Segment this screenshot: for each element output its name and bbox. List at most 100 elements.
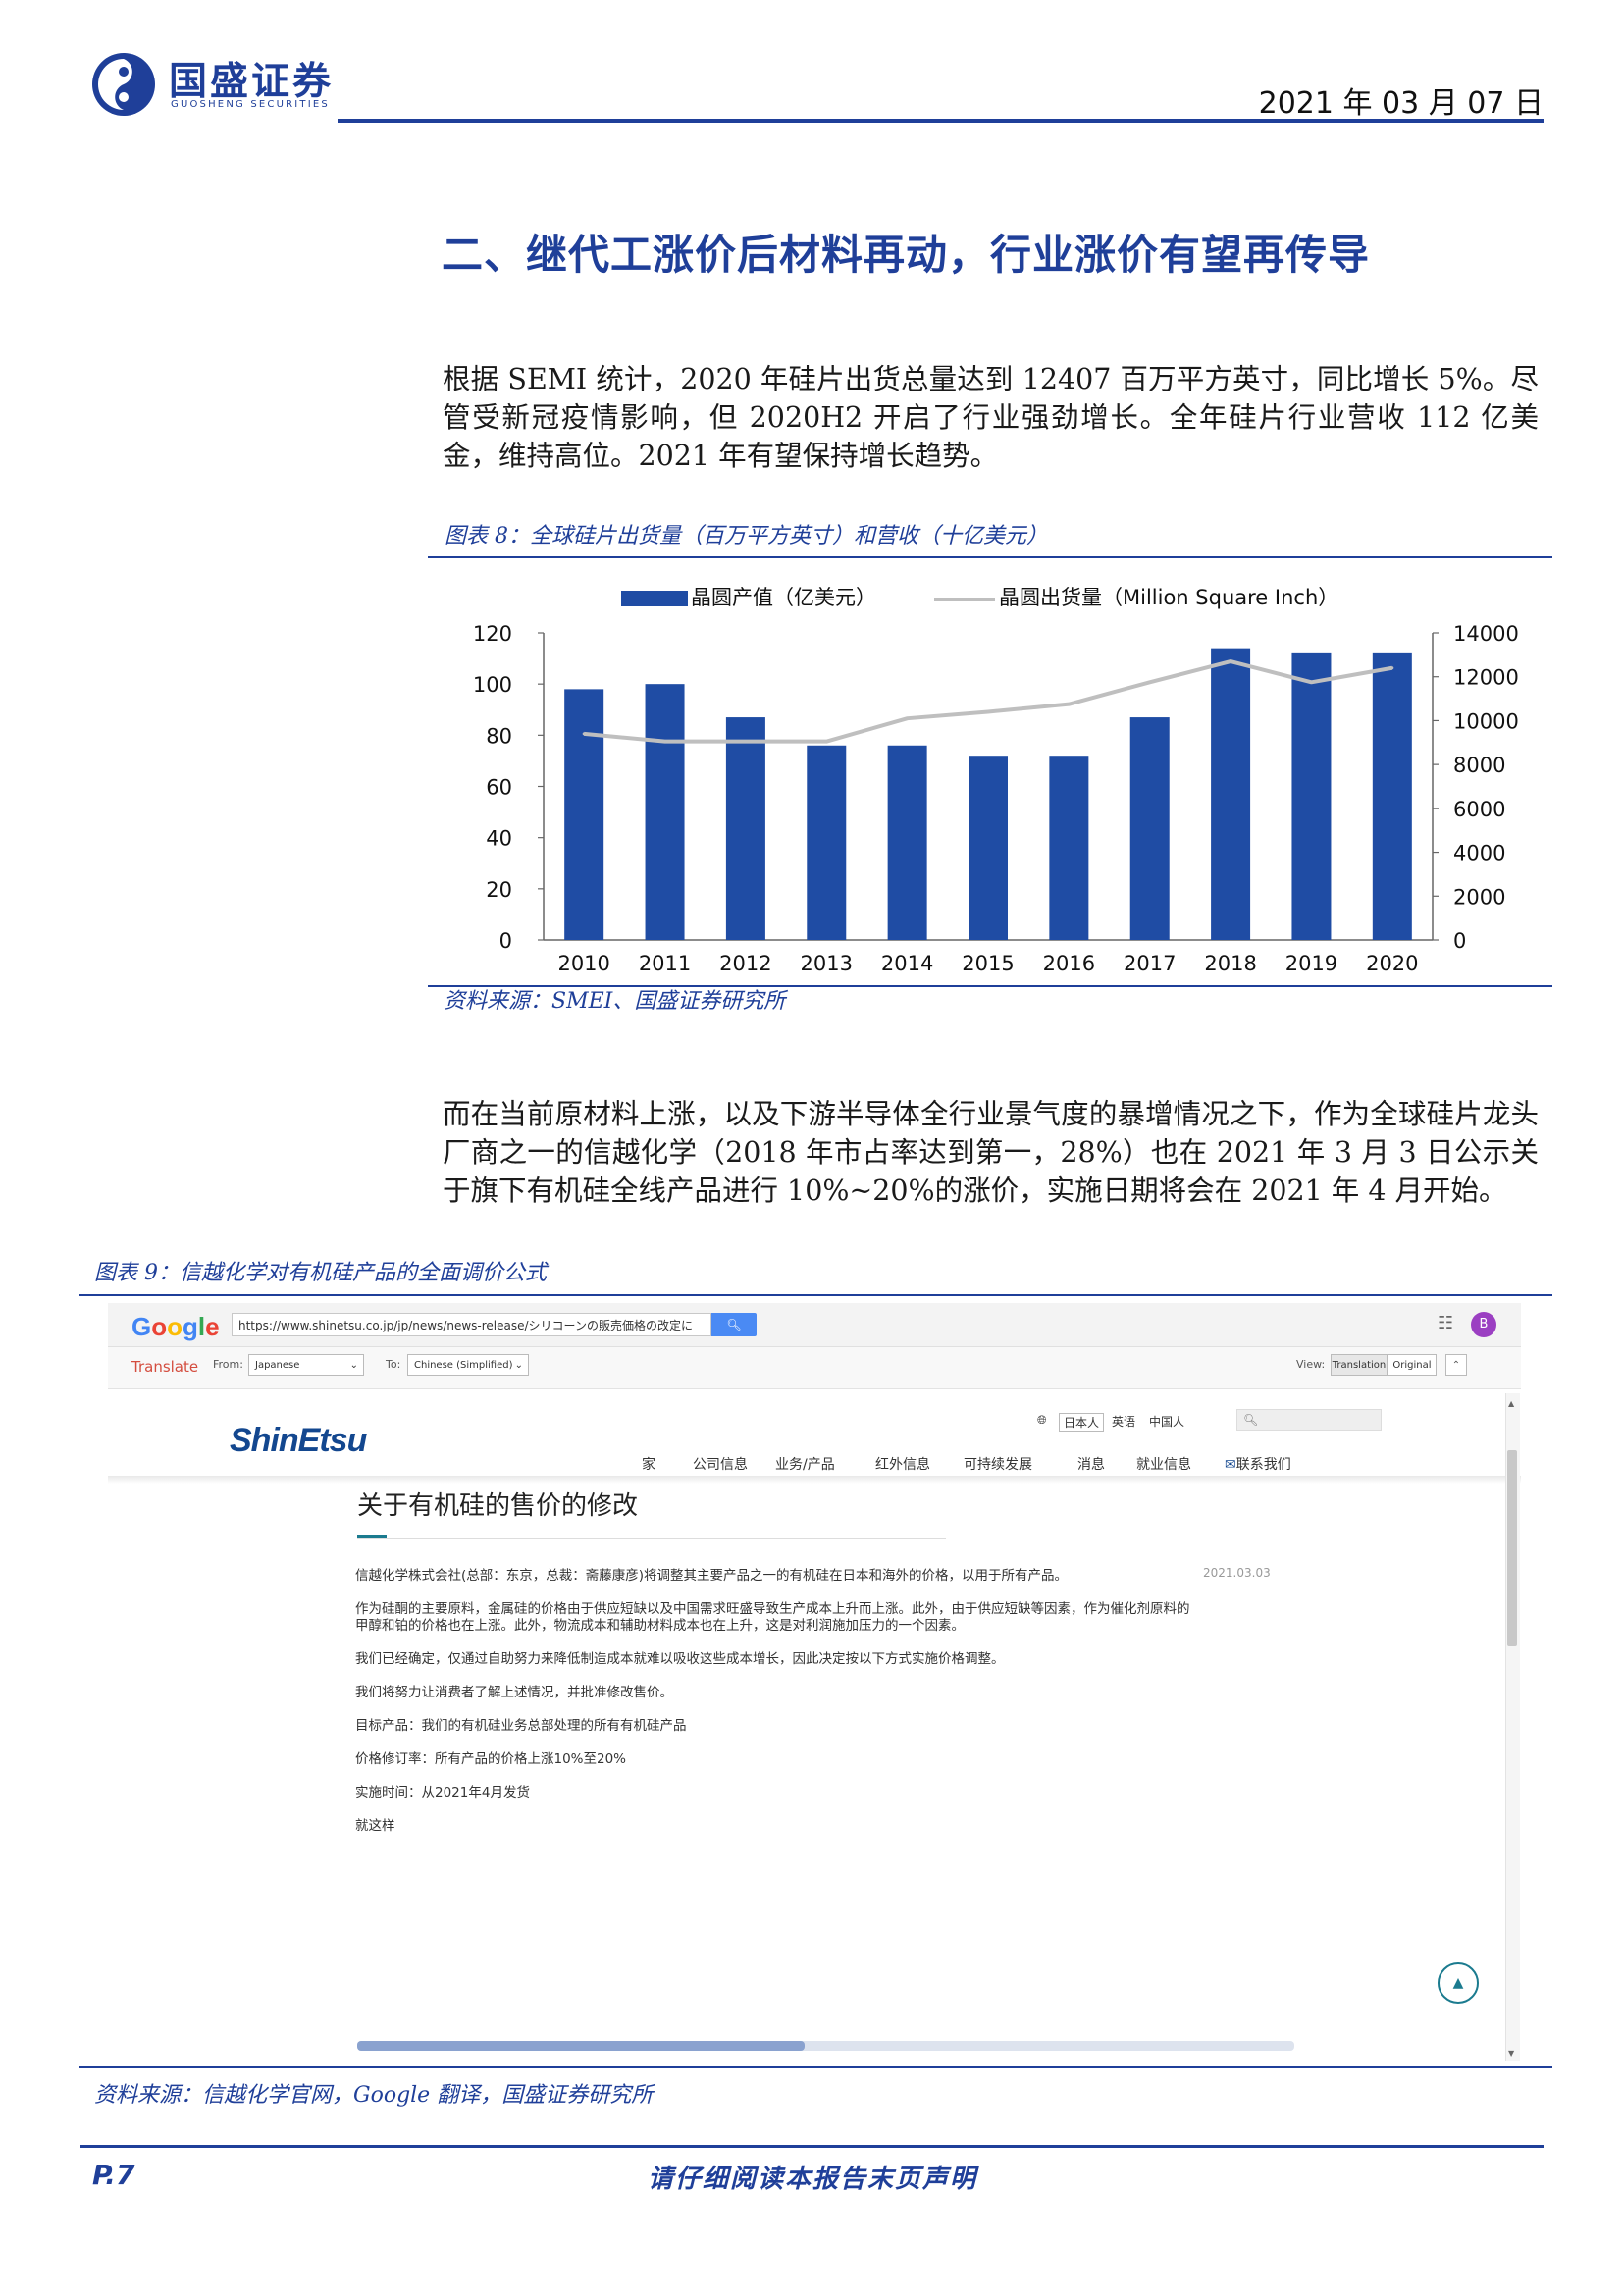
nav-news[interactable]: 消息 xyxy=(1077,1454,1105,1474)
account-avatar[interactable]: B xyxy=(1471,1312,1496,1337)
wafer-chart: 晶圆产值（亿美元） 晶圆出货量（Million Square Inch） 0 20… xyxy=(473,586,1519,975)
nav-sustainability[interactable]: 可持续发展 xyxy=(964,1454,1032,1474)
y-left-tick-label: 100 xyxy=(473,673,512,697)
bar xyxy=(887,745,927,940)
series-line xyxy=(583,659,1393,744)
line-point xyxy=(986,709,990,713)
view-label: View: xyxy=(1296,1358,1326,1371)
x-tick-label: 2019 xyxy=(1285,952,1337,975)
figure-8-source: 资料来源：SMEI、国盛证券研究所 xyxy=(444,989,786,1014)
bar xyxy=(725,717,765,940)
paragraph-shinetsu-price: 而在当前原材料上涨，以及下游半导体全行业景气度的暴增情况之下，作为全球硅片龙头厂… xyxy=(443,1098,1539,1207)
chevron-up-icon: ▲ xyxy=(1452,1975,1464,1991)
nav-ir[interactable]: 红外信息 xyxy=(875,1454,930,1474)
footer-disclaimer: 请仔细阅读本报告末页声明 xyxy=(648,2165,978,2194)
line-point xyxy=(582,732,586,736)
line-point xyxy=(1067,703,1071,706)
article-title-rule xyxy=(357,1538,946,1539)
line-point xyxy=(1390,666,1394,670)
chart-plot-area: 0 20 40 60 80 100 120 0 2000 4000 6000 8000 10000 120… xyxy=(473,622,1519,975)
browser-screenshot: Google https://www.shinetsu.co.jp/jp/new… xyxy=(108,1303,1521,2061)
nav-careers[interactable]: 就业信息 xyxy=(1136,1454,1191,1474)
article-line: 我们将努力让消费者了解上述情况，并批准修改售价。 xyxy=(355,1685,673,1700)
chart-legend: 晶圆产值（亿美元） 晶圆出货量（Million Square Inch） xyxy=(621,586,1338,609)
lang-japanese[interactable]: 日本人 xyxy=(1059,1413,1105,1432)
horizontal-scroll-thumb[interactable] xyxy=(357,2041,805,2051)
nav-contact[interactable]: ✉联系我们 xyxy=(1225,1454,1291,1474)
x-tick-label: 2010 xyxy=(557,952,609,975)
nav-contact-label: 联系我们 xyxy=(1235,1457,1291,1473)
y-right-tick-label: 2000 xyxy=(1453,885,1505,909)
apps-grid-icon[interactable]: ☷ xyxy=(1438,1313,1453,1333)
browser-toolbar: Google https://www.shinetsu.co.jp/jp/new… xyxy=(108,1303,1521,1347)
shinetsu-logo[interactable]: ShinEtsu xyxy=(230,1422,367,1460)
x-tick-label: 2011 xyxy=(639,952,691,975)
bar xyxy=(564,689,604,940)
x-tick-label: 2018 xyxy=(1204,952,1256,975)
footer-divider xyxy=(80,2145,1544,2148)
translate-label: Translate xyxy=(131,1358,199,1376)
source-language-select[interactable]: Japanese ⌄ xyxy=(248,1354,364,1376)
lang-english[interactable]: 英语 xyxy=(1112,1413,1135,1430)
scroll-up-icon[interactable]: ▲ xyxy=(1508,1399,1514,1408)
figure-9-top-rule xyxy=(79,1294,1552,1296)
y-right-tick-label: 14000 xyxy=(1453,622,1519,646)
article-title-accent xyxy=(357,1535,387,1538)
nav-products[interactable]: 业务/产品 xyxy=(775,1454,835,1474)
y-left-tick-label: 80 xyxy=(486,724,512,748)
article-line: 实施时间：从2021年4月发货 xyxy=(355,1785,530,1800)
line-point xyxy=(906,716,910,720)
view-translation-button[interactable]: Translation xyxy=(1331,1354,1388,1376)
page-number: P.7 xyxy=(92,2159,135,2191)
y-right-tick-label: 10000 xyxy=(1453,709,1519,733)
header-shadow xyxy=(108,1476,1521,1484)
bar xyxy=(807,745,847,940)
url-input[interactable]: https://www.shinetsu.co.jp/jp/news/news-… xyxy=(232,1313,711,1336)
x-tick-label: 2020 xyxy=(1366,952,1418,975)
y-right-tick-label: 12000 xyxy=(1453,666,1519,690)
y-left-tick-label: 20 xyxy=(486,878,512,902)
y-left-tick-label: 60 xyxy=(486,776,512,800)
x-tick-label: 2013 xyxy=(801,952,853,975)
bar xyxy=(645,684,685,940)
line-point xyxy=(1309,680,1313,684)
bar xyxy=(1291,652,1332,940)
to-label: To: xyxy=(386,1358,401,1371)
line-point xyxy=(744,740,748,744)
logo-text: 国盛证券 xyxy=(169,60,335,104)
bar xyxy=(969,756,1008,940)
scroll-down-icon[interactable]: ▼ xyxy=(1508,2049,1514,2058)
bar xyxy=(1211,648,1251,940)
search-button[interactable]: 🔍︎ xyxy=(711,1313,757,1336)
x-tick-label: 2014 xyxy=(881,952,933,975)
globe-icon: 🌐︎ xyxy=(1037,1413,1047,1427)
collapse-icon[interactable]: ⌃ xyxy=(1445,1354,1467,1376)
line-point xyxy=(1148,680,1152,684)
back-to-top-button[interactable]: ▲ xyxy=(1438,1962,1479,2004)
view-original-button[interactable]: Original xyxy=(1388,1354,1437,1376)
nav-home[interactable]: 家 xyxy=(642,1454,655,1474)
y-right-tick-label: 6000 xyxy=(1453,798,1505,821)
y-left-tick-label: 120 xyxy=(473,622,512,646)
lang-chinese[interactable]: 中国人 xyxy=(1149,1413,1184,1430)
bar xyxy=(1129,717,1170,940)
y-right-tick-label: 8000 xyxy=(1453,754,1505,777)
article-line: 目标产品：我们的有机硅业务总部处理的所有有机硅产品 xyxy=(355,1718,687,1734)
section-title: 二、继代工涨价后材料再动，行业涨价有望再传导 xyxy=(442,231,1371,279)
y-right-tick-label: 0 xyxy=(1453,929,1466,953)
site-search-input[interactable]: 🔍︎ xyxy=(1236,1409,1382,1431)
y-right-tick-label: 4000 xyxy=(1453,842,1505,865)
chevron-down-icon: ⌄ xyxy=(514,1360,523,1371)
target-language-value: Chinese (Simplified) xyxy=(414,1360,513,1371)
report-date: 2021 年 03 月 07 日 xyxy=(1258,86,1544,121)
nav-company[interactable]: 公司信息 xyxy=(693,1454,748,1474)
target-language-select[interactable]: Chinese (Simplified) ⌄ xyxy=(407,1354,529,1376)
source-language-value: Japanese xyxy=(255,1360,300,1371)
search-icon: 🔍︎ xyxy=(726,1318,742,1331)
from-label: From: xyxy=(213,1358,243,1371)
line-point xyxy=(1229,659,1232,663)
vertical-scroll-thumb[interactable] xyxy=(1507,1450,1517,1646)
figure-8-top-rule xyxy=(428,556,1552,558)
x-tick-label: 2017 xyxy=(1124,952,1176,975)
paragraph-silicon-shipments: 根据 SEMI 统计，2020 年硅片出货总量达到 12407 百万平方英寸，同… xyxy=(443,363,1539,472)
